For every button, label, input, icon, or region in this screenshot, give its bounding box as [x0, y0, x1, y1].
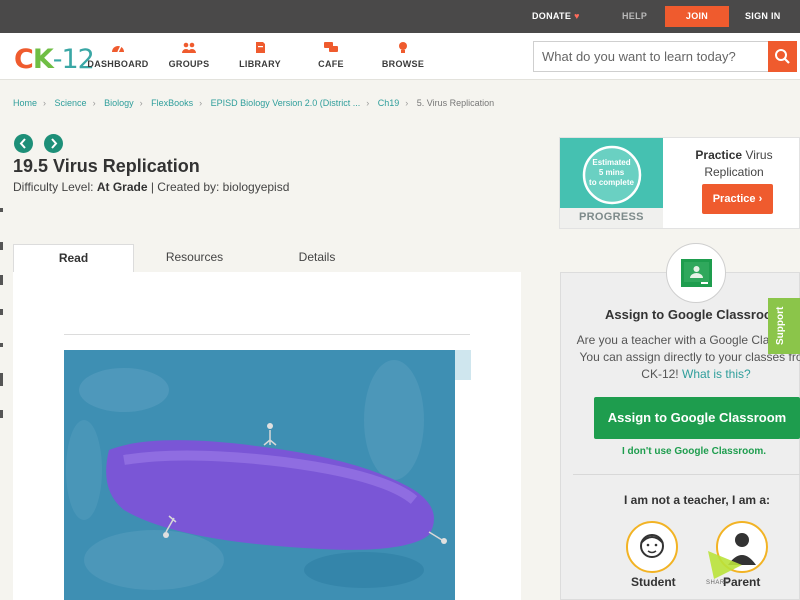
practice-button-label: Practice: [712, 193, 756, 205]
cafe-icon: [324, 42, 338, 52]
logo-c: C: [14, 44, 34, 75]
nav-library[interactable]: LIBRARY: [236, 33, 284, 80]
practice-title-bold: Practice: [695, 148, 743, 162]
search-icon: [775, 49, 790, 64]
assign-divider: [573, 474, 800, 475]
next-lesson-button[interactable]: [44, 134, 63, 153]
read-content: [13, 272, 521, 600]
student-avatar-icon: [640, 534, 664, 558]
breadcrumb-current: 5. Virus Replication: [416, 98, 495, 108]
breadcrumb-separator: ›: [92, 98, 96, 108]
nav-browse-label: BROWSE: [381, 59, 425, 69]
edge-mark: [0, 275, 3, 285]
assign-description: Are you a teacher with a Google Classroo…: [570, 332, 800, 383]
article-meta: Difficulty Level: At Grade | Created by:…: [13, 180, 289, 194]
created-by: | Created by: biologyepisd: [150, 180, 290, 194]
difficulty-value: At Grade: [96, 180, 148, 194]
assign-heading: Assign to Google Classroom: [605, 307, 784, 322]
breadcrumb-separator: ›: [199, 98, 203, 108]
what-is-this-link[interactable]: What is this?: [682, 367, 751, 381]
difficulty-label: Difficulty Level:: [13, 180, 94, 194]
breadcrumb: Home › Science › Biology › FlexBooks › EPISD…: [13, 98, 494, 108]
browse-icon: [399, 42, 407, 53]
breadcrumb-separator: ›: [366, 98, 370, 108]
breadcrumb-biology[interactable]: Biology: [104, 98, 134, 108]
share-widget[interactable]: SHARE: [706, 549, 744, 589]
bacterium-illustration: [64, 350, 455, 600]
previous-lesson-button[interactable]: [14, 134, 33, 153]
tab-details[interactable]: Details: [271, 244, 363, 273]
breadcrumb-separator: ›: [139, 98, 143, 108]
support-tab[interactable]: Support: [768, 298, 800, 354]
ck12-logo[interactable]: CK-12: [14, 44, 95, 75]
share-label: SHARE: [706, 580, 730, 586]
edge-mark: [0, 343, 3, 347]
page-title: 19.5 Virus Replication: [13, 156, 200, 176]
nav-browse[interactable]: BROWSE: [380, 33, 426, 80]
sign-in-link[interactable]: SIGN IN: [745, 11, 781, 21]
heart-icon: ♥: [574, 11, 580, 21]
student-role-button[interactable]: [626, 521, 678, 573]
chevron-right-icon: [51, 138, 58, 149]
breadcrumb-home[interactable]: Home: [13, 98, 37, 108]
donate-link[interactable]: DONATE ♥: [532, 11, 580, 21]
main-header: CK-12 DASHBOARD GROUPS LIBRARY CAFE BROW…: [0, 33, 800, 80]
content-divider: [64, 334, 470, 335]
progress-label: PROGRESS: [579, 211, 644, 223]
groups-icon: [182, 42, 196, 53]
practice-title: Practice Virus Replication: [670, 147, 798, 181]
estimated-minutes: 5 mins: [598, 168, 625, 177]
top-bar: DONATE ♥ HELP JOIN SIGN IN: [0, 0, 800, 33]
search-input[interactable]: [534, 42, 770, 71]
not-teacher-label: I am not a teacher, I am a:: [624, 493, 771, 507]
estimate-text: Estimated 5 mins to complete: [560, 158, 663, 188]
bacteriophage-image: [64, 350, 455, 600]
edge-mark: [0, 242, 3, 250]
dont-use-classroom-link[interactable]: I don't use Google Classroom.: [622, 446, 766, 457]
practice-progress-image: Estimated 5 mins to complete PROGRESS: [560, 138, 663, 228]
estimated-complete: to complete: [589, 178, 634, 187]
practice-button[interactable]: Practice ›: [702, 184, 773, 214]
nav-cafe[interactable]: CAFE: [314, 33, 348, 80]
edge-mark: [0, 410, 3, 418]
nav-groups-label: GROUPS: [168, 59, 210, 69]
share-icon: [708, 551, 742, 579]
nav-groups[interactable]: GROUPS: [164, 33, 214, 80]
assign-google-classroom-button[interactable]: Assign to Google Classroom: [594, 397, 800, 439]
nav-dashboard[interactable]: DASHBOARD: [86, 33, 150, 80]
google-classroom-icon: [681, 259, 712, 287]
join-button[interactable]: JOIN: [665, 6, 729, 27]
search-button[interactable]: [768, 41, 797, 72]
help-link[interactable]: HELP: [622, 11, 647, 21]
google-classroom-logo: [666, 243, 726, 303]
breadcrumb-chapter[interactable]: Ch19: [378, 98, 400, 108]
nav-dashboard-label: DASHBOARD: [87, 59, 149, 69]
dashboard-icon: [112, 45, 124, 53]
search-box: [533, 41, 797, 72]
chevron-left-icon: [19, 138, 26, 149]
tab-resources[interactable]: Resources: [148, 244, 241, 273]
breadcrumb-book[interactable]: EPISD Biology Version 2.0 (District ...: [211, 98, 361, 108]
student-label: Student: [631, 575, 676, 589]
estimated-label: Estimated: [592, 158, 631, 167]
image-toolbar-icon[interactable]: [455, 350, 471, 380]
content-tabs: Read Resources Details: [13, 244, 521, 273]
chevron-right-icon: ›: [758, 193, 763, 205]
practice-card: Estimated 5 mins to complete PROGRESS Pr…: [559, 137, 800, 229]
library-icon: [256, 42, 265, 53]
breadcrumb-separator: ›: [405, 98, 409, 108]
tab-read[interactable]: Read: [13, 244, 134, 273]
logo-k: K: [32, 44, 54, 75]
support-label: Support: [775, 306, 786, 345]
nav-cafe-label: CAFE: [318, 59, 344, 69]
edge-mark: [0, 208, 3, 212]
breadcrumb-separator: ›: [43, 98, 47, 108]
breadcrumb-flexbooks[interactable]: FlexBooks: [151, 98, 193, 108]
edge-mark: [0, 373, 3, 386]
breadcrumb-science[interactable]: Science: [55, 98, 87, 108]
nav-library-label: LIBRARY: [239, 59, 281, 69]
donate-label: DONATE: [532, 11, 572, 21]
edge-mark: [0, 309, 3, 315]
